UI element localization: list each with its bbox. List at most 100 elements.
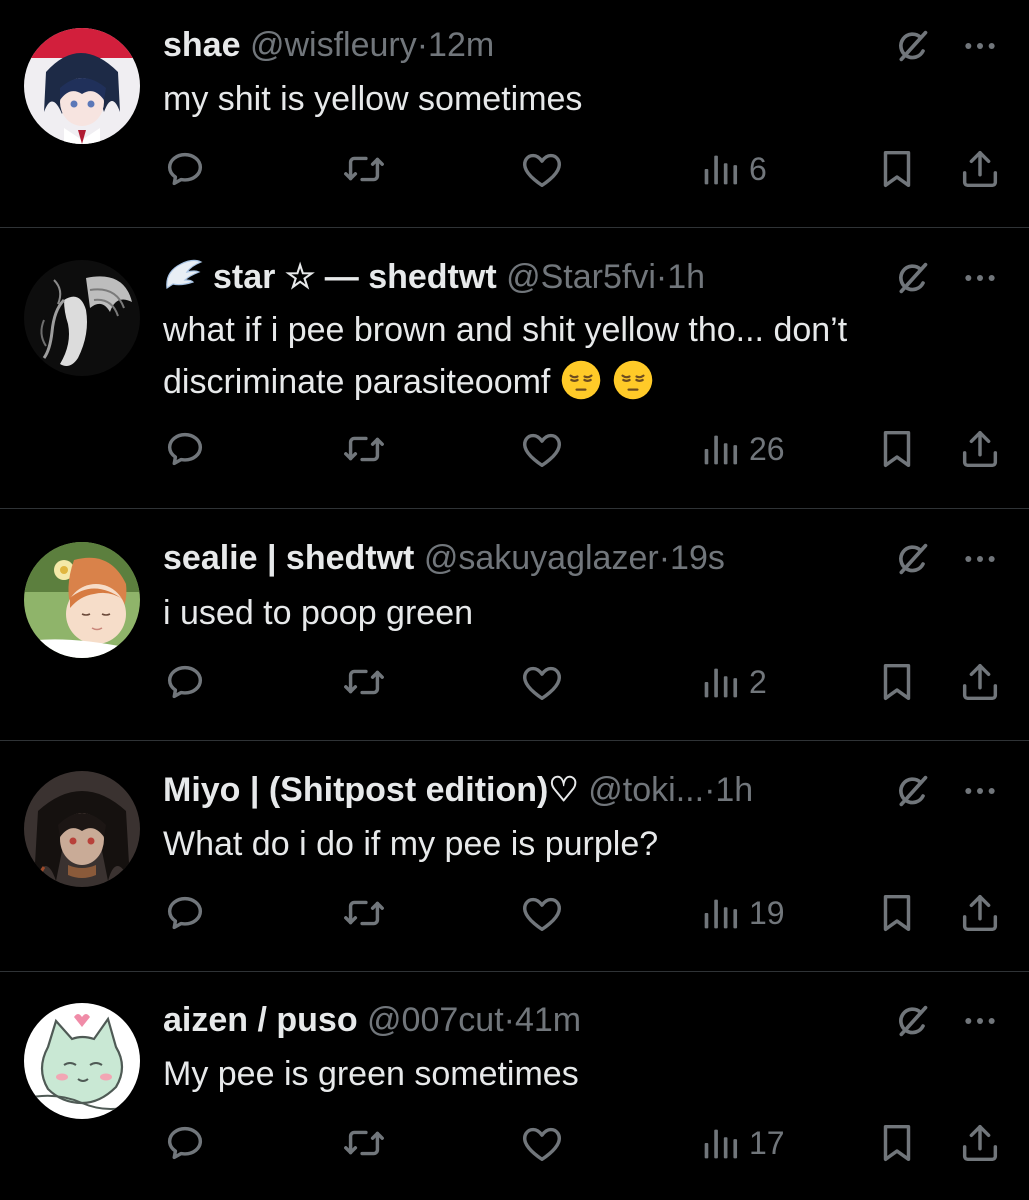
like-button[interactable]: [519, 657, 565, 707]
display-name[interactable]: Miyo | (Shitpost edition)♡: [163, 771, 579, 809]
retweet-button[interactable]: [341, 888, 387, 938]
timestamp[interactable]: 1h: [667, 258, 705, 296]
action-bar: 19: [0, 888, 1029, 938]
tweet[interactable]: star ☆ — shedtwt @Star5fvi·1h what if i …: [0, 228, 1029, 509]
grok-icon[interactable]: [893, 539, 933, 579]
retweet-button[interactable]: [341, 144, 387, 194]
action-bar: 6: [0, 144, 1029, 194]
like-button[interactable]: [519, 1118, 565, 1168]
tweet[interactable]: aizen / puso @007cut·41m My pee is green…: [0, 972, 1029, 1200]
like-button[interactable]: [519, 424, 565, 474]
bookmark-button[interactable]: [874, 1118, 920, 1168]
views-button[interactable]: 26: [697, 424, 785, 474]
avatar[interactable]: [24, 28, 140, 144]
bookmark-button[interactable]: [874, 144, 920, 194]
tweet-text: i used to poop green: [163, 594, 474, 632]
retweet-button[interactable]: [341, 657, 387, 707]
separator-dot: ·: [416, 26, 429, 64]
retweet-icon: [341, 890, 387, 936]
more-icon[interactable]: [960, 771, 1000, 811]
more-icon[interactable]: [960, 258, 1000, 298]
user-handle[interactable]: @wisfleury: [250, 26, 417, 64]
bookmark-button[interactable]: [874, 424, 920, 474]
user-handle[interactable]: @007cut: [367, 1001, 504, 1039]
reply-button[interactable]: [162, 144, 208, 194]
action-bar: 17: [0, 1118, 1029, 1168]
display-name[interactable]: star ☆ — shedtwt: [213, 258, 497, 296]
like-icon: [519, 890, 565, 936]
reply-button[interactable]: [162, 1118, 208, 1168]
tweet-header: star ☆ — shedtwt @Star5fvi·1h: [163, 257, 899, 297]
avatar[interactable]: [24, 771, 140, 887]
reply-button[interactable]: [162, 657, 208, 707]
retweet-icon: [341, 426, 387, 472]
share-button[interactable]: [957, 657, 1003, 707]
share-icon: [957, 426, 1003, 472]
share-button[interactable]: [957, 424, 1003, 474]
share-button[interactable]: [957, 888, 1003, 938]
tweet-header: Miyo | (Shitpost edition)♡ @toki...·1h: [163, 770, 899, 810]
views-button[interactable]: 2: [697, 657, 767, 707]
share-button[interactable]: [957, 144, 1003, 194]
share-icon: [957, 659, 1003, 705]
user-handle[interactable]: @sakuyaglazer: [424, 539, 659, 577]
wing-icon: [166, 259, 203, 290]
avatar[interactable]: [24, 1003, 140, 1119]
grok-icon[interactable]: [893, 258, 933, 298]
user-handle[interactable]: @toki...: [588, 771, 704, 809]
display-name[interactable]: shae: [163, 26, 241, 64]
reply-icon: [162, 1120, 208, 1166]
views-icon: [697, 1120, 743, 1166]
bookmark-button[interactable]: [874, 888, 920, 938]
retweet-button[interactable]: [341, 424, 387, 474]
views-button[interactable]: 17: [697, 1118, 785, 1168]
tweet-header: shae @wisfleury·12m: [163, 25, 899, 65]
like-button[interactable]: [519, 144, 565, 194]
tweet[interactable]: Miyo | (Shitpost edition)♡ @toki...·1h W…: [0, 741, 1029, 972]
views-icon: [697, 426, 743, 472]
retweet-button[interactable]: [341, 1118, 387, 1168]
views-icon: [697, 659, 743, 705]
tweet-text-body: what if i pee brown and shit yellow tho.…: [163, 311, 848, 401]
display-name[interactable]: sealie | shedtwt: [163, 539, 414, 577]
more-icon[interactable]: [960, 539, 1000, 579]
grok-icon[interactable]: [893, 1001, 933, 1041]
bookmark-button[interactable]: [874, 657, 920, 707]
timestamp[interactable]: 41m: [515, 1001, 581, 1039]
separator-dot: ·: [658, 539, 671, 577]
tweet[interactable]: shae @wisfleury·12m my shit is yellow so…: [0, 0, 1029, 228]
like-icon: [519, 659, 565, 705]
timestamp[interactable]: 19s: [670, 539, 725, 577]
tweet-header: sealie | shedtwt @sakuyaglazer·19s: [163, 538, 899, 578]
retweet-icon: [341, 1120, 387, 1166]
bookmark-icon: [874, 426, 920, 472]
like-icon: [519, 146, 565, 192]
separator-dot: ·: [503, 1001, 515, 1039]
reply-icon: [162, 890, 208, 936]
user-handle[interactable]: @Star5fvi: [506, 258, 656, 296]
reply-button[interactable]: [162, 424, 208, 474]
views-button[interactable]: 19: [697, 888, 785, 938]
like-icon: [519, 426, 565, 472]
timeline-feed: shae @wisfleury·12m my shit is yellow so…: [0, 0, 1029, 1200]
share-button[interactable]: [957, 1118, 1003, 1168]
separator-dot: ·: [655, 258, 668, 296]
tweet[interactable]: sealie | shedtwt @sakuyaglazer·19s i use…: [0, 509, 1029, 741]
display-name[interactable]: aizen / puso: [163, 1001, 358, 1039]
retweet-icon: [341, 659, 387, 705]
more-icon[interactable]: [960, 26, 1000, 66]
avatar[interactable]: [24, 542, 140, 658]
timestamp[interactable]: 12m: [428, 26, 494, 64]
tweet-text: What do i do if my pee is purple?: [163, 825, 659, 863]
grok-icon[interactable]: [893, 26, 933, 66]
timestamp[interactable]: 1h: [715, 771, 753, 809]
grok-icon[interactable]: [893, 771, 933, 811]
views-icon: [697, 146, 743, 192]
like-button[interactable]: [519, 888, 565, 938]
more-icon[interactable]: [960, 1001, 1000, 1041]
reply-icon: [162, 146, 208, 192]
reply-button[interactable]: [162, 888, 208, 938]
tweet-text: what if i pee brown and shit yellow tho.…: [163, 304, 989, 408]
avatar[interactable]: [24, 260, 140, 376]
views-button[interactable]: 6: [697, 144, 767, 194]
